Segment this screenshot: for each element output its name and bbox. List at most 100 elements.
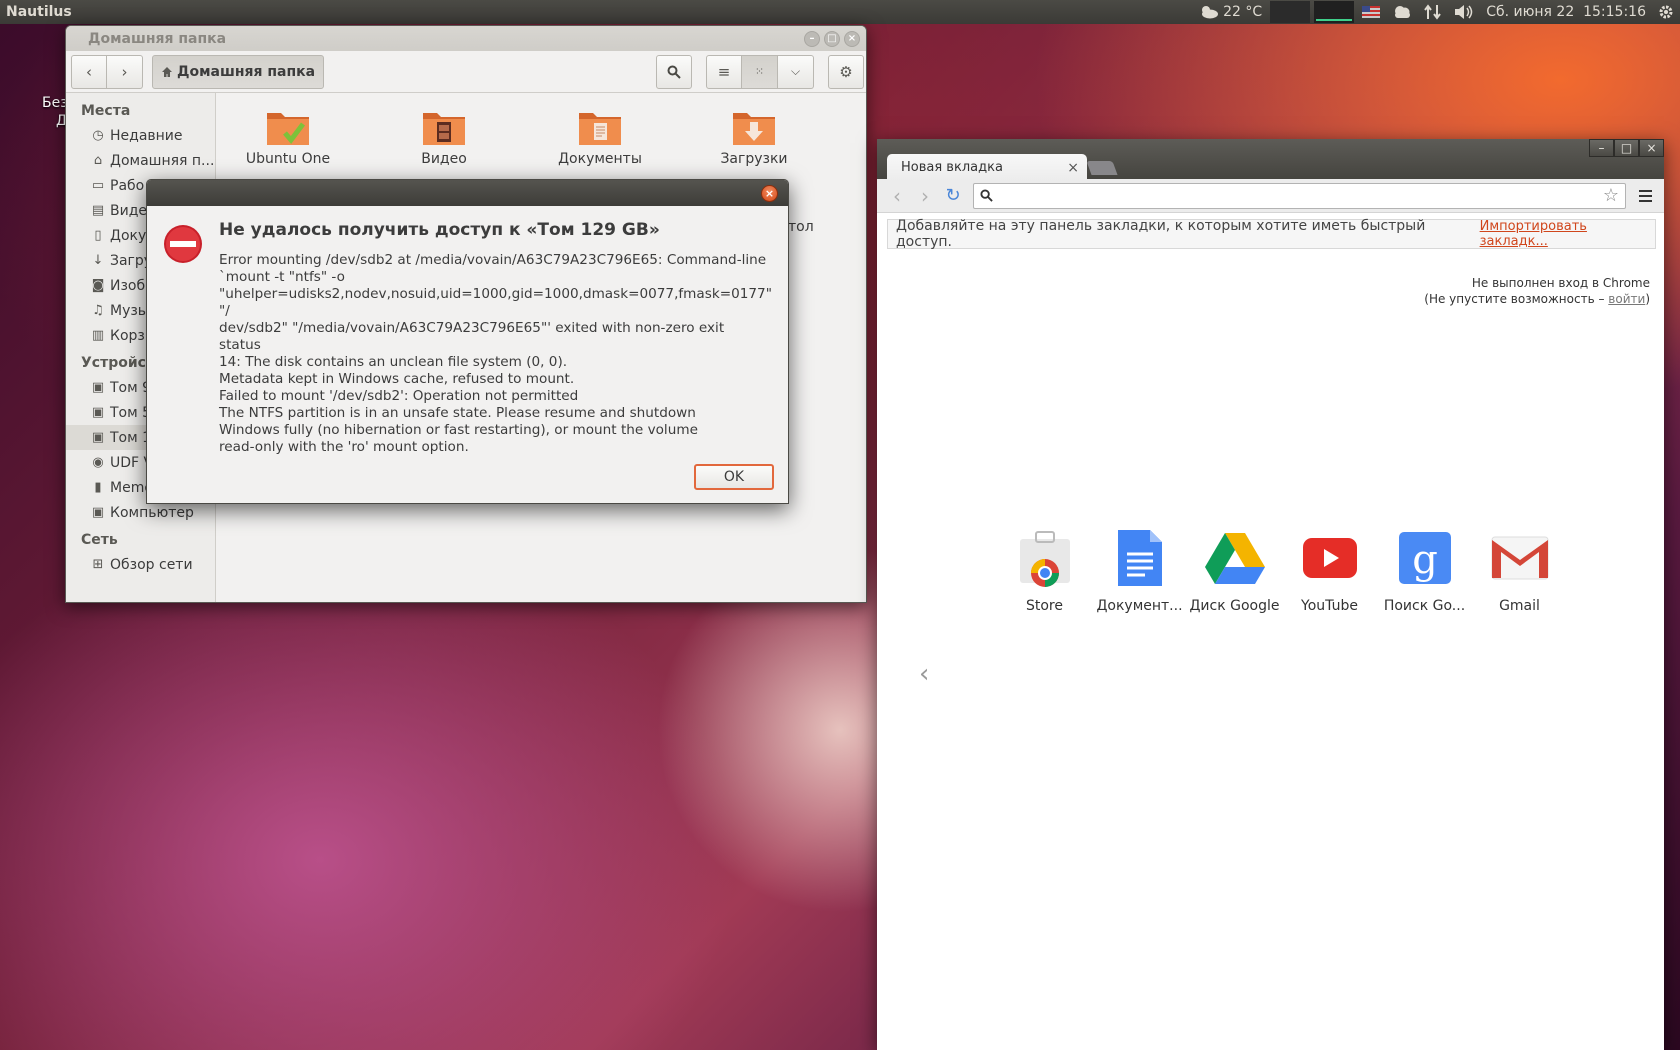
folder-label: Загрузки — [720, 151, 788, 167]
omnibox[interactable]: ☆ — [973, 182, 1626, 209]
sidebar-item-label: Компьютер — [110, 504, 194, 521]
grid-icon: ⁙ — [754, 65, 765, 78]
new-tab-button[interactable] — [1086, 161, 1118, 175]
film-icon: ▤ — [91, 203, 105, 218]
camera-icon: ◙ — [91, 278, 105, 293]
home-icon: ⌂ — [93, 153, 103, 168]
gear-icon — [1659, 5, 1673, 19]
active-app-name[interactable]: Nautilus — [0, 4, 72, 20]
disc-icon: ◉ — [92, 455, 104, 470]
app-youtube[interactable]: YouTube — [1282, 528, 1377, 614]
chrome-toolbar: ‹ › ↻ ☆ — [877, 179, 1664, 213]
chrome-forward-button[interactable]: › — [911, 184, 939, 208]
chrome-close-button[interactable]: × — [1639, 139, 1664, 157]
app-google-search[interactable]: g Поиск Go... — [1377, 528, 1472, 614]
dialog-title: Не удалось получить доступ к «Том 129 GB… — [219, 220, 660, 240]
tab-title: Новая вкладка — [901, 160, 1003, 175]
history-buttons: ‹ › — [71, 54, 143, 89]
app-google-drive[interactable]: Диск Google — [1187, 528, 1282, 614]
sidebar-item-label: Том 9 — [110, 379, 152, 396]
sidebar-item-label: Виде — [110, 202, 147, 219]
weather-temperature: 22 °C — [1223, 4, 1263, 20]
view-options-button[interactable]: ⌵ — [778, 54, 814, 89]
path-bar-home-button[interactable]: Домашняя папка — [152, 54, 325, 89]
home-icon — [162, 66, 172, 77]
google-search-icon: g — [1395, 528, 1455, 588]
sidebar-item-recent[interactable]: ◷ Недавние — [66, 123, 215, 148]
session-indicator[interactable] — [1652, 0, 1680, 24]
folder-label: Документы — [558, 151, 642, 167]
chrome-maximize-button[interactable]: □ — [1614, 139, 1639, 157]
apps-prev-page-button[interactable]: ‹ — [919, 659, 929, 689]
desktop-icon-label-line2: Д — [56, 113, 67, 129]
keyboard-layout-indicator[interactable] — [1356, 0, 1386, 24]
folder-label: Ubuntu One — [245, 151, 331, 167]
chrome-back-button[interactable]: ‹ — [883, 184, 911, 208]
signin-link[interactable]: войти — [1608, 292, 1645, 306]
forward-button[interactable]: › — [107, 54, 143, 89]
app-gmail[interactable]: Gmail — [1472, 528, 1567, 614]
signin-status: Не выполнен вход в Chrome — [1471, 276, 1650, 290]
cloud-icon — [1395, 6, 1411, 18]
sidebar-item-label: Рабо — [110, 177, 145, 194]
chrome-titlebar[interactable]: – □ × Новая вкладка × — [877, 139, 1664, 181]
chrome-tab[interactable]: Новая вкладка × — [887, 154, 1087, 181]
list-view-button[interactable]: ≡ — [706, 54, 742, 89]
folder-ubuntu-one-icon — [265, 107, 311, 147]
reload-button[interactable]: ↻ — [939, 185, 967, 206]
app-label: Store — [1025, 598, 1063, 614]
folder-downloads[interactable]: Загрузки — [694, 107, 814, 167]
maximize-button[interactable]: □ — [824, 30, 840, 47]
music-icon: ♫ — [92, 303, 104, 318]
sound-indicator[interactable] — [1448, 0, 1480, 24]
network-indicator[interactable] — [1418, 0, 1448, 24]
desktop-icon-label[interactable]: Без Д — [42, 94, 68, 130]
omnibox-input[interactable] — [999, 188, 1603, 203]
sidebar-item-browse-network[interactable]: ⊞ Обзор сети — [66, 552, 215, 577]
chrome-menu-button[interactable] — [1632, 189, 1658, 202]
chrome-store-icon — [1015, 528, 1075, 588]
view-buttons: ≡ ⁙ ⌵ — [706, 54, 814, 89]
sidebar-header-network: Сеть — [81, 532, 118, 548]
cpu-monitor-graph[interactable] — [1270, 1, 1311, 23]
close-button[interactable]: × — [844, 30, 860, 47]
nautilus-titlebar[interactable]: Домашняя папка – □ × — [66, 26, 866, 51]
folder-documents-icon — [577, 107, 623, 147]
apps-grid: Store Документ... Диск Google YouTube g … — [997, 528, 1567, 614]
search-button[interactable] — [656, 54, 692, 89]
usb-icon: ▮ — [94, 480, 102, 495]
folder-video-icon — [421, 107, 467, 147]
app-google-docs[interactable]: Документ... — [1092, 528, 1187, 614]
drive-icon: ▣ — [91, 380, 105, 395]
folder-ubuntu-one[interactable]: Ubuntu One — [228, 107, 348, 167]
bookmarks-bar: Добавляйте на эту панель закладки, к кот… — [887, 218, 1656, 250]
dialog-titlebar[interactable]: × — [147, 180, 788, 206]
partial-folder-label[interactable]: тол — [788, 219, 814, 235]
ubuntu-one-indicator[interactable] — [1386, 0, 1418, 24]
folder-videos[interactable]: Видео — [384, 107, 504, 167]
minimize-button[interactable]: – — [804, 30, 820, 47]
dialog-close-button[interactable]: × — [761, 185, 778, 202]
folder-documents[interactable]: Документы — [540, 107, 660, 167]
network-monitor-graph[interactable] — [1314, 1, 1355, 23]
drive-icon: ▣ — [91, 430, 105, 445]
chevron-left-icon: ‹ — [86, 62, 92, 81]
tab-close-icon[interactable]: × — [1067, 160, 1079, 176]
speaker-icon — [1455, 5, 1473, 19]
sidebar-item-label: Обзор сети — [110, 556, 193, 573]
bookmark-star-icon[interactable]: ☆ — [1603, 185, 1619, 206]
download-icon: ↓ — [92, 253, 104, 268]
ok-button[interactable]: OK — [694, 464, 774, 490]
drive-icon: ▣ — [91, 505, 105, 520]
import-bookmarks-link[interactable]: Импортировать закладк... — [1480, 219, 1655, 249]
back-button[interactable]: ‹ — [71, 54, 107, 89]
chrome-minimize-button[interactable]: – — [1589, 139, 1614, 157]
sidebar-item-home[interactable]: ⌂ Домашняя п... — [66, 148, 215, 173]
grid-view-button[interactable]: ⁙ — [742, 54, 778, 89]
weather-indicator[interactable]: 22 °C — [1193, 0, 1268, 24]
sidebar-item-label: Том 5 — [110, 404, 152, 421]
settings-button[interactable]: ⚙ — [828, 54, 864, 89]
app-label: Поиск Go... — [1383, 598, 1466, 614]
app-store[interactable]: Store — [997, 528, 1092, 614]
clock-indicator[interactable]: Сб. июня 22 15:15:16 — [1480, 0, 1652, 24]
